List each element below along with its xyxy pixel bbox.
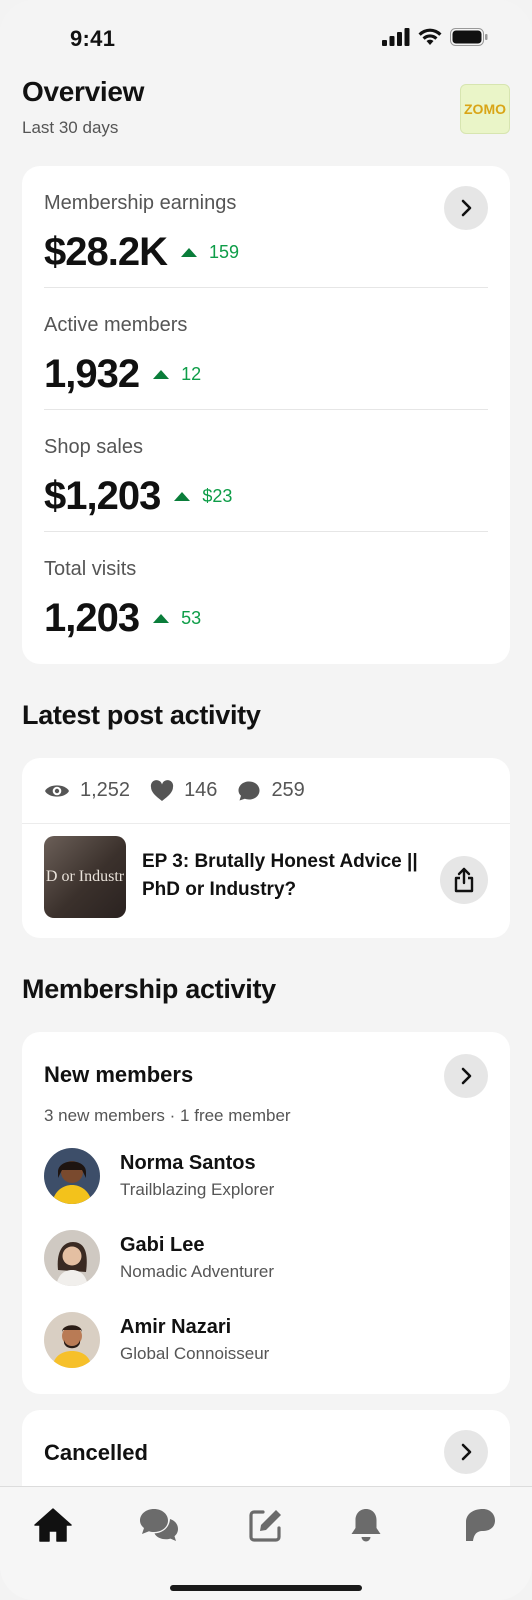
stat-label: Shop sales xyxy=(44,436,143,458)
comment-icon xyxy=(238,781,260,800)
tab-create[interactable] xyxy=(242,1501,290,1549)
heart-icon xyxy=(150,779,174,801)
stat-active-members: Active members 1,932 12 xyxy=(44,288,488,410)
avatar xyxy=(44,1312,100,1368)
member-row[interactable]: Gabi Lee Nomadic Adventurer xyxy=(44,1230,488,1286)
membership-activity-title: Membership activity xyxy=(22,974,276,1004)
up-arrow-icon xyxy=(153,370,170,379)
cancelled-heading: Cancelled xyxy=(44,1440,148,1465)
post-title[interactable]: EP 3: Brutally Honest Advice || PhD or I… xyxy=(142,848,422,904)
views-metric: 1,252 xyxy=(44,779,130,802)
stat-delta-value: 159 xyxy=(208,242,240,262)
member-tier: Nomadic Adventurer xyxy=(120,1262,275,1281)
comments-count: 259 xyxy=(271,779,305,801)
tab-notifications[interactable] xyxy=(342,1501,390,1549)
thumbnail-text: D or Industr xyxy=(45,868,125,885)
new-members-card[interactable]: New members 3 new members · 1 free membe… xyxy=(22,1032,510,1394)
cancelled-details-button[interactable] xyxy=(444,1430,488,1474)
views-count: 1,252 xyxy=(80,779,131,801)
patreon-icon xyxy=(466,1509,495,1541)
home-icon xyxy=(34,1508,72,1542)
up-arrow-icon xyxy=(153,614,170,623)
signal-icon xyxy=(382,28,410,46)
status-icons xyxy=(382,28,488,46)
bottom-tab-bar xyxy=(0,1486,532,1600)
stat-label: Active members xyxy=(44,314,188,336)
stat-shop-sales: Shop sales $1,203 $23 xyxy=(44,410,488,532)
tab-home[interactable] xyxy=(29,1501,77,1549)
member-name: Norma Santos xyxy=(120,1152,256,1174)
comments-metric: 259 xyxy=(237,779,305,802)
post-metrics: 1,252 146 259 xyxy=(22,758,510,824)
new-members-summary: 3 new members · 1 free member xyxy=(44,1106,291,1125)
creator-logo[interactable]: ZOMO xyxy=(460,84,510,134)
tab-messages[interactable] xyxy=(135,1501,183,1549)
page-header: Overview Last 30 days ZOMO xyxy=(22,76,510,146)
chevron-right-icon xyxy=(461,1067,472,1085)
avatar xyxy=(44,1148,100,1204)
stat-label: Total visits xyxy=(44,558,137,580)
logo-text: ZOMO xyxy=(464,100,506,117)
stat-delta: $23 xyxy=(174,486,232,507)
stats-card: Membership earnings $28.2K 159 Active me… xyxy=(22,166,510,664)
chevron-right-icon xyxy=(461,1443,472,1461)
bell-icon xyxy=(351,1509,381,1542)
member-row[interactable]: Norma Santos Trailblazing Explorer xyxy=(44,1148,488,1204)
status-bar: 9:41 xyxy=(0,0,532,78)
avatar xyxy=(44,1230,100,1286)
up-arrow-icon xyxy=(180,248,197,257)
stat-delta-value: 53 xyxy=(181,608,202,628)
battery-icon xyxy=(450,28,488,46)
date-range-label: Last 30 days xyxy=(22,118,119,137)
stat-label: Membership earnings xyxy=(44,192,237,214)
stat-value: $1,203 xyxy=(44,474,161,518)
app-screen: 9:41 Overview Last 30 days ZOMO Membersh… xyxy=(0,0,532,1600)
wifi-icon xyxy=(418,28,442,45)
stat-membership-earnings: Membership earnings $28.2K 159 xyxy=(44,166,488,288)
stat-delta: 159 xyxy=(180,242,240,263)
home-indicator[interactable] xyxy=(170,1585,362,1591)
share-icon xyxy=(454,867,474,893)
member-name: Gabi Lee xyxy=(120,1234,205,1256)
post-activity-title: Latest post activity xyxy=(22,700,261,730)
new-members-details-button[interactable] xyxy=(444,1054,488,1098)
member-tier: Trailblazing Explorer xyxy=(120,1180,275,1199)
new-members-heading: New members xyxy=(44,1062,194,1087)
likes-count: 146 xyxy=(184,779,218,801)
post-activity-card[interactable]: 1,252 146 259 D or Industr EP 3: Brutall… xyxy=(22,758,510,938)
status-time: 9:41 xyxy=(70,26,116,51)
likes-metric: 146 xyxy=(150,779,217,802)
post-thumbnail[interactable]: D or Industr xyxy=(44,836,126,918)
member-tier: Global Connoisseur xyxy=(120,1344,270,1363)
eye-icon xyxy=(45,784,69,797)
member-row[interactable]: Amir Nazari Global Connoisseur xyxy=(44,1312,488,1368)
page-title: Overview xyxy=(22,76,145,107)
stat-value: 1,203 xyxy=(44,596,140,640)
up-arrow-icon xyxy=(174,492,191,501)
stat-total-visits: Total visits 1,203 53 xyxy=(44,532,488,654)
stat-delta-value: $23 xyxy=(202,486,233,506)
stat-delta: 53 xyxy=(153,608,201,629)
tab-profile[interactable] xyxy=(456,1501,504,1549)
edit-icon xyxy=(249,1510,281,1542)
stat-value: $28.2K xyxy=(44,230,168,274)
share-post-button[interactable] xyxy=(440,856,488,904)
stat-value: 1,932 xyxy=(44,352,140,396)
stat-delta-value: 12 xyxy=(181,364,202,384)
stat-delta: 12 xyxy=(153,364,201,385)
member-name: Amir Nazari xyxy=(120,1316,232,1338)
chat-icon xyxy=(140,1509,178,1541)
